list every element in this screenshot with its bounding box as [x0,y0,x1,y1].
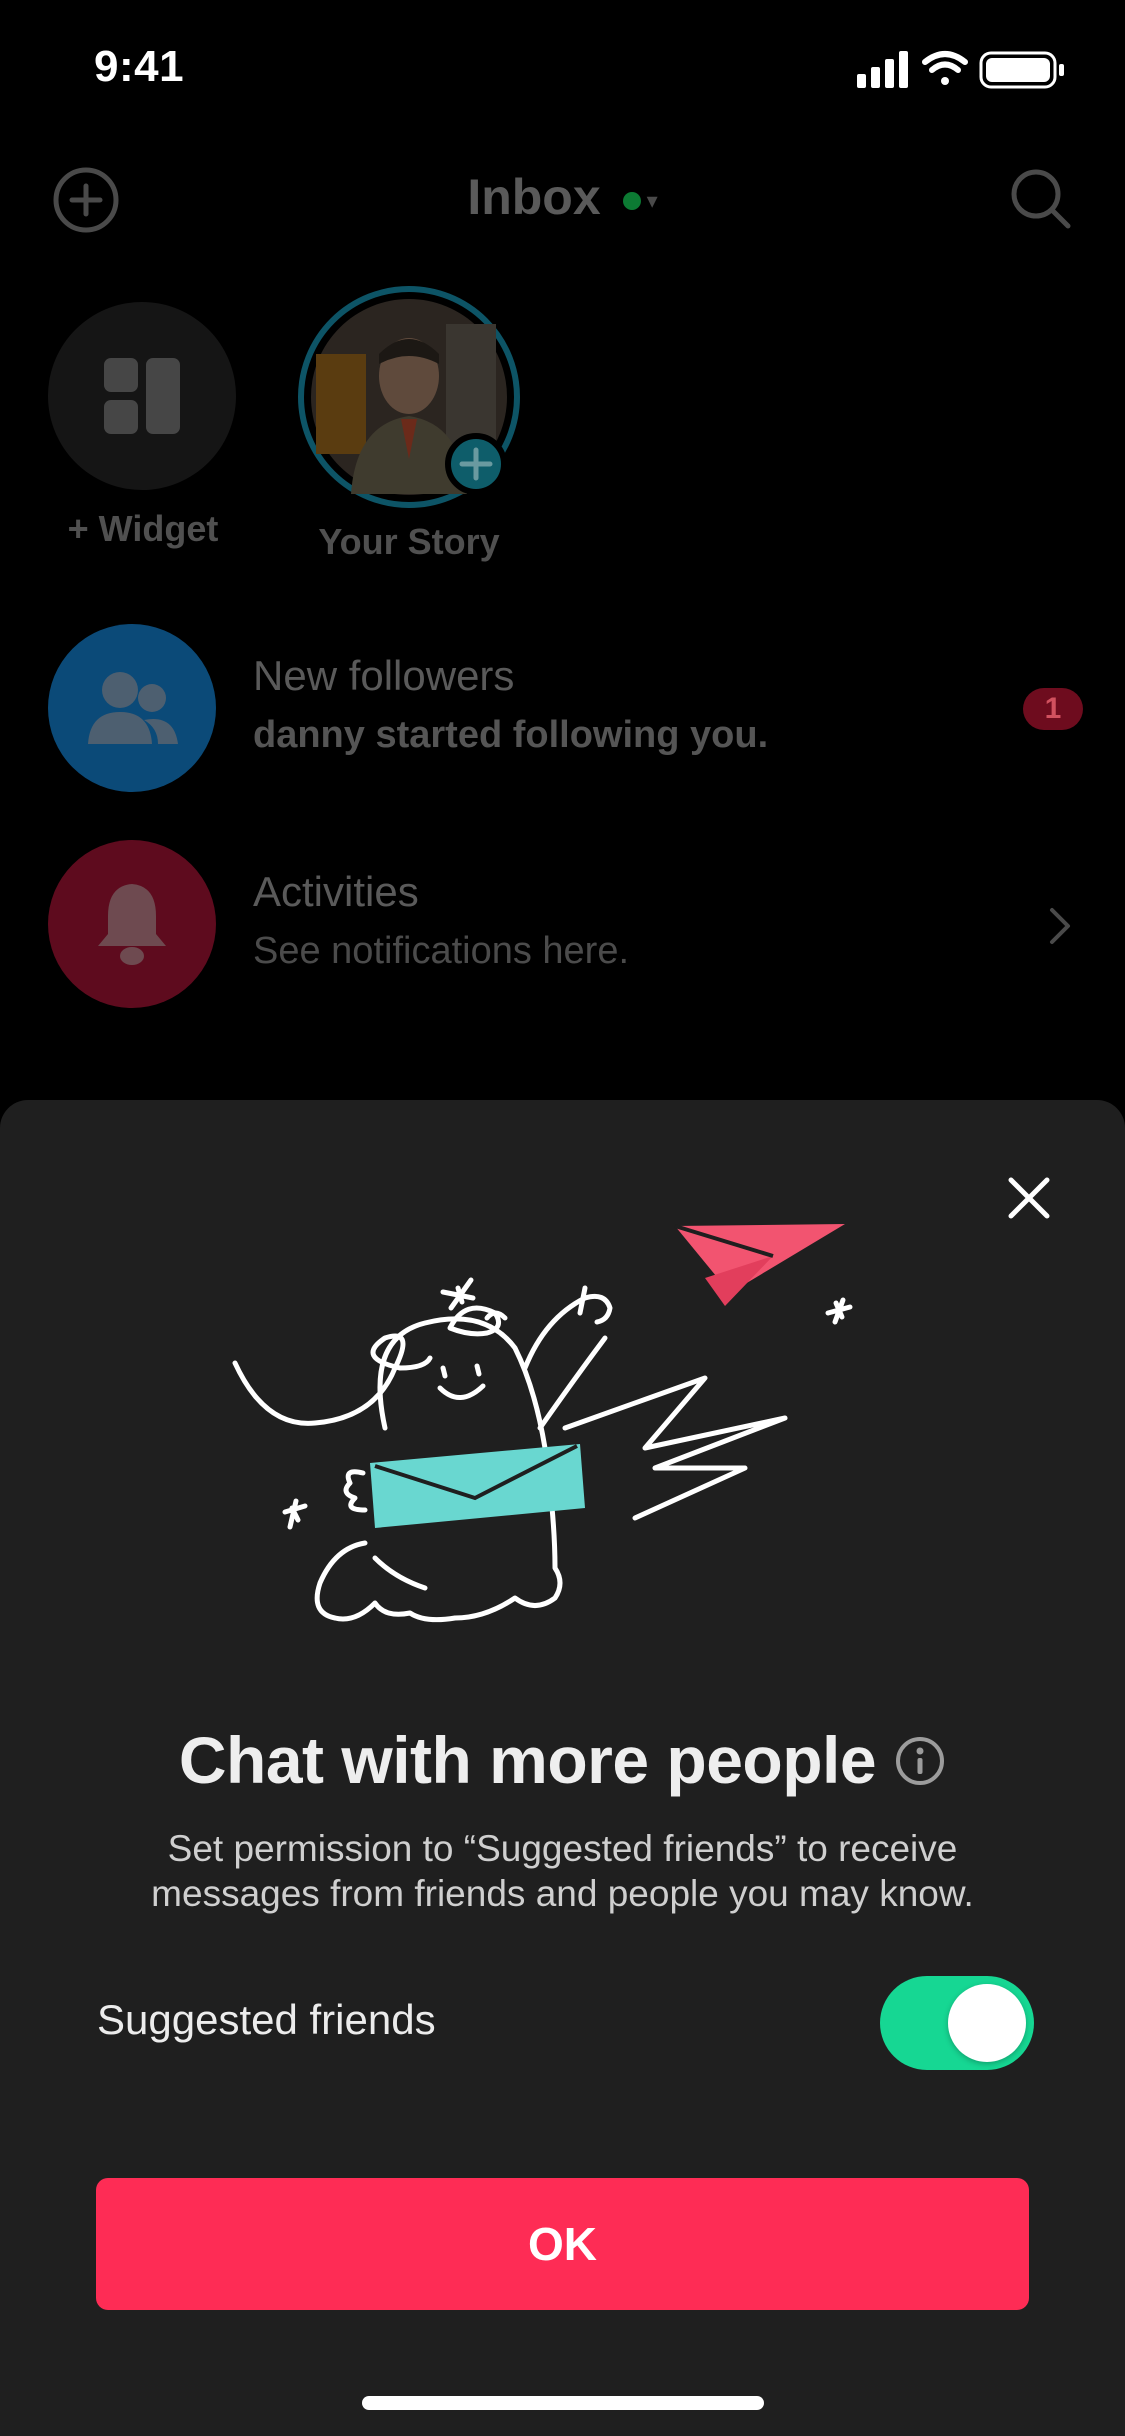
list-item-new-followers[interactable]: New followers danny started following yo… [48,624,1078,794]
row-title: New followers [253,652,515,699]
paper-plane-icon [674,1224,845,1306]
sheet-title-text: Chat with more people [178,1723,877,1797]
sheet-description: Set permission to “Suggested friends” to… [151,1828,974,1914]
story-label-widget: + Widget [67,508,219,549]
info-icon[interactable] [894,1735,946,1787]
widget-icon [104,358,180,434]
suggested-friends-toggle[interactable] [880,1976,1034,2070]
ok-button[interactable]: OK [96,2178,1029,2310]
chevron-right-icon [1050,908,1070,944]
close-icon[interactable] [1003,1172,1055,1224]
online-status-dot [622,191,641,210]
sheet-title: Chat with more people [0,1722,1125,1798]
followers-avatar [48,624,216,792]
unread-badge: 1 [1023,688,1083,730]
inbox-background: Inbox ▾ + Widget Your Story New follower… [0,0,1125,1100]
home-indicator [362,2396,764,2410]
chevron-down-icon: ▾ [646,187,658,213]
followers-icon [88,672,178,744]
toggle-label: Suggested friends [97,1996,436,2043]
inbox-title[interactable]: Inbox ▾ [0,168,1125,226]
story-widget[interactable]: + Widget [48,302,238,550]
toggle-knob [948,1984,1026,2062]
story-label-your-story: Your Story [318,521,500,562]
inbox-title-text: Inbox [467,169,601,225]
list-item-activities[interactable]: Activities See notifications here. [48,840,1078,1010]
story-your-story[interactable]: Your Story [296,284,522,563]
row-title: Activities [253,868,419,915]
search-icon[interactable] [1008,166,1074,232]
widget-circle [48,302,236,490]
row-subtitle: See notifications here. [253,930,630,972]
row-subtitle: danny started following you. [253,714,769,756]
avatar [298,286,520,508]
bell-icon [98,884,166,965]
activities-avatar [48,840,216,1008]
chat-illustration [232,1224,853,1623]
